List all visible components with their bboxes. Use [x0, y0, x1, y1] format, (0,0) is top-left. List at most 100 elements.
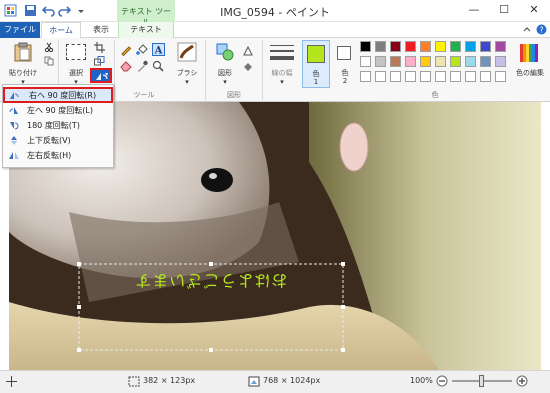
ribbon-separator — [205, 40, 206, 100]
eraser-icon[interactable] — [120, 60, 132, 72]
ribbon-separator — [262, 40, 263, 100]
brushes-label: ブラシ — [176, 69, 198, 77]
palette-swatch[interactable] — [420, 41, 431, 52]
menu-item-rotate-left[interactable]: 左へ 90 度回転(L) — [3, 103, 113, 118]
palette-swatch[interactable] — [450, 56, 461, 67]
palette-swatch[interactable] — [450, 41, 461, 52]
menu-item-label: 右へ 90 度回転(R) — [29, 91, 97, 100]
menu-item-flip-horizontal[interactable]: 左右反転(H) — [3, 148, 113, 163]
tab-home[interactable]: ホーム — [41, 22, 81, 39]
rotate-180-icon — [10, 122, 19, 130]
line-width-icon — [270, 45, 294, 60]
line-width-button[interactable]: 線の幅 ▾ — [266, 40, 298, 88]
menu-item-rotate-right[interactable]: 右へ 90 度回転(R) — [3, 87, 113, 103]
svg-text:A: A — [154, 46, 163, 57]
palette-swatch[interactable] — [375, 56, 386, 67]
edit-colors-label: 色の編集 — [516, 69, 544, 77]
palette-swatch[interactable] — [495, 71, 506, 82]
flip-vertical-icon — [11, 136, 17, 145]
palette-swatch[interactable] — [405, 41, 416, 52]
menu-item-flip-vertical[interactable]: 上下反転(V) — [3, 133, 113, 148]
shape-outline-icon[interactable] — [243, 46, 253, 56]
palette-swatch[interactable] — [420, 56, 431, 67]
colors-group-label: 色 — [431, 91, 439, 99]
palette-swatch[interactable] — [435, 41, 446, 52]
palette-swatch[interactable] — [435, 71, 446, 82]
rotate-left-icon — [9, 107, 18, 114]
color1-button[interactable]: 色 1 — [302, 40, 330, 88]
tab-view[interactable]: 表示 — [84, 22, 118, 38]
palette-swatch[interactable] — [495, 56, 506, 67]
close-button[interactable]: ✕ — [520, 0, 548, 20]
rotate-right-icon — [10, 92, 19, 99]
text-tool-icon[interactable]: A — [152, 43, 165, 56]
clipboard-icon — [14, 42, 32, 62]
palette-swatch[interactable] — [420, 71, 431, 82]
palette-swatch[interactable] — [375, 71, 386, 82]
crop-icon[interactable] — [94, 42, 105, 53]
menu-item-label: 上下反転(V) — [27, 136, 71, 145]
maximize-button[interactable]: ☐ — [490, 0, 518, 20]
image-size-icon — [248, 376, 260, 387]
paste-button[interactable]: 貼り付け ▾ — [4, 40, 42, 88]
ribbon-separator — [114, 40, 115, 100]
color1-swatch — [307, 45, 325, 63]
copy-icon[interactable] — [44, 56, 54, 66]
color-picker-icon[interactable] — [136, 60, 148, 72]
palette-swatch[interactable] — [390, 71, 401, 82]
tab-file[interactable]: ファイル — [0, 22, 40, 38]
zoom-slider-thumb[interactable] — [479, 375, 484, 387]
palette-swatch[interactable] — [360, 56, 371, 67]
brushes-button[interactable]: ブラシ ▾ — [172, 40, 202, 88]
palette-swatch[interactable] — [480, 41, 491, 52]
palette-swatch[interactable] — [465, 56, 476, 67]
collapse-ribbon-icon[interactable] — [522, 25, 532, 35]
palette-swatch[interactable] — [435, 56, 446, 67]
magnifier-icon[interactable] — [152, 60, 164, 72]
menu-item-rotate-180[interactable]: 180 度回転(T) — [3, 118, 113, 133]
palette-swatch[interactable] — [375, 41, 386, 52]
cursor-position-icon — [6, 376, 17, 387]
selection-size-icon — [128, 376, 140, 387]
color-wheel-icon — [520, 44, 538, 62]
minimize-button[interactable]: — — [460, 0, 488, 20]
paste-label: 貼り付け — [9, 69, 37, 77]
palette-swatch[interactable] — [405, 71, 416, 82]
shape-fill-icon[interactable] — [243, 62, 253, 72]
select-button[interactable]: 選択 ▾ — [62, 40, 90, 86]
palette-swatch[interactable] — [480, 56, 491, 67]
fill-icon[interactable] — [136, 44, 148, 56]
palette-swatch[interactable] — [390, 41, 401, 52]
palette-swatch[interactable] — [465, 41, 476, 52]
rotate-button[interactable] — [90, 68, 112, 83]
palette-swatch[interactable] — [465, 71, 476, 82]
rotate-menu: 右へ 90 度回転(R) 左へ 90 度回転(L) 180 度回転(T) 上下反… — [2, 84, 114, 168]
inserted-text[interactable]: おはようございます — [81, 266, 341, 294]
line-width-label: 線の幅 — [271, 69, 293, 77]
zoom-out-icon[interactable] — [436, 375, 448, 387]
color-palette — [360, 41, 510, 85]
color2-swatch — [337, 46, 351, 60]
palette-swatch[interactable] — [480, 71, 491, 82]
help-icon[interactable]: ? — [536, 24, 547, 35]
tab-text[interactable]: テキスト — [118, 22, 174, 38]
zoom-in-icon[interactable] — [516, 375, 528, 387]
tools-group-label: ツール — [133, 91, 155, 99]
menu-item-label: 左右反転(H) — [27, 151, 72, 160]
pencil-icon[interactable] — [120, 44, 132, 56]
selection-size: 382 × 123px — [143, 376, 196, 385]
rotate-icon — [96, 73, 108, 80]
palette-swatch[interactable] — [360, 41, 371, 52]
shapes-button[interactable]: 図形 ▾ — [210, 40, 240, 88]
color2-button[interactable]: 色 2 — [332, 40, 358, 88]
palette-swatch[interactable] — [390, 56, 401, 67]
shapes-group-label: 図形 — [227, 91, 241, 99]
palette-swatch[interactable] — [450, 71, 461, 82]
palette-swatch[interactable] — [360, 71, 371, 82]
color1-number: 1 — [313, 78, 319, 86]
resize-icon[interactable] — [94, 56, 105, 66]
cut-icon[interactable] — [44, 42, 54, 52]
edit-colors-button[interactable]: 色の編集 — [512, 40, 548, 88]
palette-swatch[interactable] — [405, 56, 416, 67]
palette-swatch[interactable] — [495, 41, 506, 52]
